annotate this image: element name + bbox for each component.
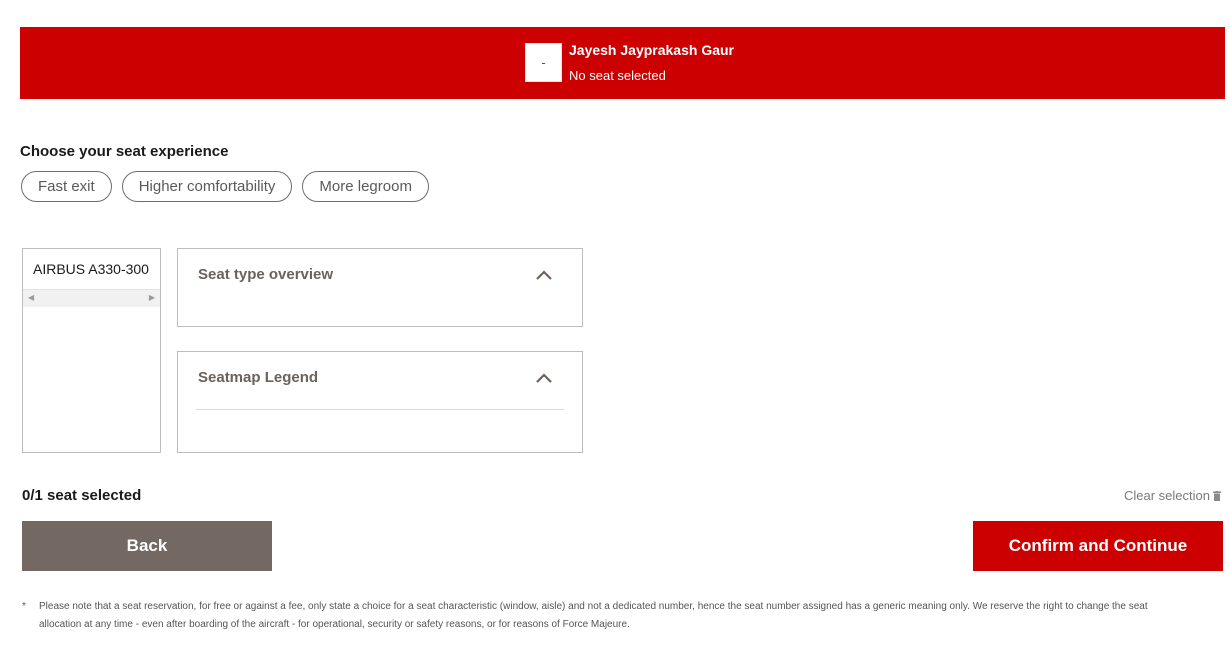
passenger-name: Jayesh Jayprakash Gaur xyxy=(569,42,734,58)
seatmap-panel: AIRBUS A330-300 ◀ ▶ xyxy=(22,248,161,453)
trash-icon xyxy=(1213,490,1221,501)
chevron-up-icon[interactable] xyxy=(535,372,553,384)
confirm-continue-button[interactable]: Confirm and Continue xyxy=(973,521,1223,571)
footnote-text: Please note that a seat reservation, for… xyxy=(39,601,1148,630)
seat-disclaimer: * Please note that a seat reservation, f… xyxy=(22,598,1192,634)
scroll-right-icon[interactable]: ▶ xyxy=(149,293,155,302)
chevron-up-icon[interactable] xyxy=(535,269,553,281)
seat-type-overview-panel: Seat type overview xyxy=(177,248,583,327)
footnote-asterisk: * xyxy=(22,601,26,612)
back-button[interactable]: Back xyxy=(22,521,272,571)
passenger-seat-indicator[interactable]: - xyxy=(525,43,562,82)
seat-experience-title: Choose your seat experience xyxy=(20,143,229,160)
seats-selected-count: 0/1 seat selected xyxy=(22,487,142,504)
seat-type-overview-title[interactable]: Seat type overview xyxy=(198,266,333,283)
seat-experience-filters: Fast exit Higher comfortability More leg… xyxy=(21,171,429,202)
clear-selection-label: Clear selection xyxy=(1124,488,1210,503)
legend-divider xyxy=(196,409,564,410)
passenger-seat-status: No seat selected xyxy=(569,68,666,83)
scroll-left-icon[interactable]: ◀ xyxy=(28,293,34,302)
filter-fast-exit[interactable]: Fast exit xyxy=(21,171,112,202)
seatmap-legend-title[interactable]: Seatmap Legend xyxy=(198,369,318,386)
clear-selection-link[interactable]: Clear selection xyxy=(1124,488,1221,503)
seatmap-horizontal-scrollbar[interactable]: ◀ ▶ xyxy=(23,289,160,307)
passenger-banner: - Jayesh Jayprakash Gaur No seat selecte… xyxy=(20,27,1225,99)
filter-more-legroom[interactable]: More legroom xyxy=(302,171,429,202)
filter-higher-comfortability[interactable]: Higher comfortability xyxy=(121,171,293,202)
seatmap-legend-panel: Seatmap Legend xyxy=(177,351,583,453)
aircraft-name: AIRBUS A330-300 xyxy=(33,261,149,277)
